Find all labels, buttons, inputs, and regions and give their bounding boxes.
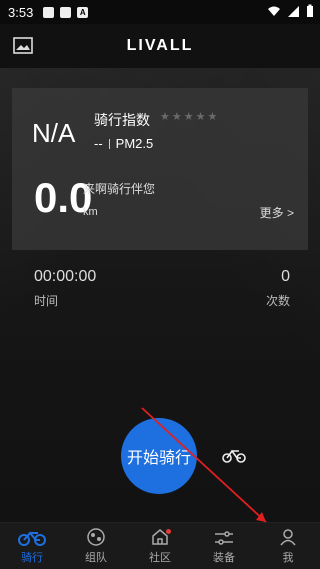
tab-label: 骑行 bbox=[21, 552, 43, 564]
tab-label: 装备 bbox=[213, 552, 235, 564]
star-icon: ★ bbox=[207, 111, 218, 123]
gallery-icon[interactable] bbox=[12, 36, 34, 56]
bike-mode-icon[interactable] bbox=[222, 446, 246, 464]
star-icon: ★ bbox=[183, 111, 194, 123]
star-icon: ★ bbox=[195, 111, 206, 123]
more-link[interactable]: 更多 > bbox=[260, 204, 294, 221]
status-right-icons bbox=[267, 4, 314, 18]
app-header: LIVALL bbox=[0, 24, 320, 68]
profile-icon bbox=[280, 529, 296, 546]
count-value: 0 bbox=[281, 268, 290, 285]
status-time: 3:53 bbox=[8, 4, 34, 20]
tab-ride[interactable]: 骑行 bbox=[0, 523, 64, 569]
pm25-value: -- bbox=[94, 136, 103, 151]
tab-label: 社区 bbox=[149, 552, 171, 564]
status-bar: 3:53 A bbox=[0, 0, 320, 24]
signal-icon bbox=[288, 6, 299, 17]
brand-logo: LIVALL bbox=[126, 37, 194, 54]
tab-label: 组队 bbox=[85, 552, 107, 564]
notification-square-icon-2 bbox=[60, 6, 72, 18]
bottom-tab-bar: 骑行 组队 社区 装备 我 bbox=[0, 522, 320, 569]
rating-stars: ★ ★ ★ ★ ★ bbox=[160, 110, 217, 123]
pm25-row: -- PM2.5 bbox=[94, 136, 153, 151]
star-icon: ★ bbox=[171, 111, 182, 123]
notification-a-icon: A bbox=[77, 6, 89, 18]
tab-equipment[interactable]: 装备 bbox=[192, 523, 256, 569]
start-ride-button[interactable]: 开始骑行 bbox=[121, 418, 197, 494]
notification-badge bbox=[166, 529, 171, 534]
battery-icon bbox=[307, 4, 313, 17]
bike-icon bbox=[18, 531, 46, 546]
distance-unit: km bbox=[83, 206, 98, 218]
duration-label: 时间 bbox=[34, 294, 59, 308]
notification-square-icon bbox=[43, 6, 55, 18]
wifi-icon bbox=[268, 6, 280, 16]
slogan-text: 来啊骑行伴您 bbox=[83, 182, 156, 196]
pm25-label: PM2.5 bbox=[115, 136, 154, 151]
tab-profile[interactable]: 我 bbox=[256, 523, 320, 569]
notification-icons: A bbox=[43, 6, 89, 18]
count-label: 次数 bbox=[265, 294, 290, 308]
equipment-icon bbox=[215, 531, 233, 545]
tab-community[interactable]: 社区 bbox=[128, 523, 192, 569]
ride-index-label: 骑行指数 bbox=[94, 112, 150, 128]
main-content: N/A 骑行指数 ★ ★ ★ ★ ★ -- PM2.5 0.0 来啊骑行伴您 k… bbox=[0, 68, 320, 522]
tab-team[interactable]: 组队 bbox=[64, 523, 128, 569]
ride-index-value: N/A bbox=[32, 118, 76, 148]
duration-value: 00:00:00 bbox=[34, 268, 97, 285]
stats-card: N/A 骑行指数 ★ ★ ★ ★ ★ -- PM2.5 0.0 来啊骑行伴您 k… bbox=[12, 88, 308, 250]
pm-separator bbox=[108, 138, 110, 149]
tab-label: 我 bbox=[282, 552, 294, 564]
team-icon bbox=[87, 528, 105, 546]
star-icon: ★ bbox=[160, 111, 170, 123]
